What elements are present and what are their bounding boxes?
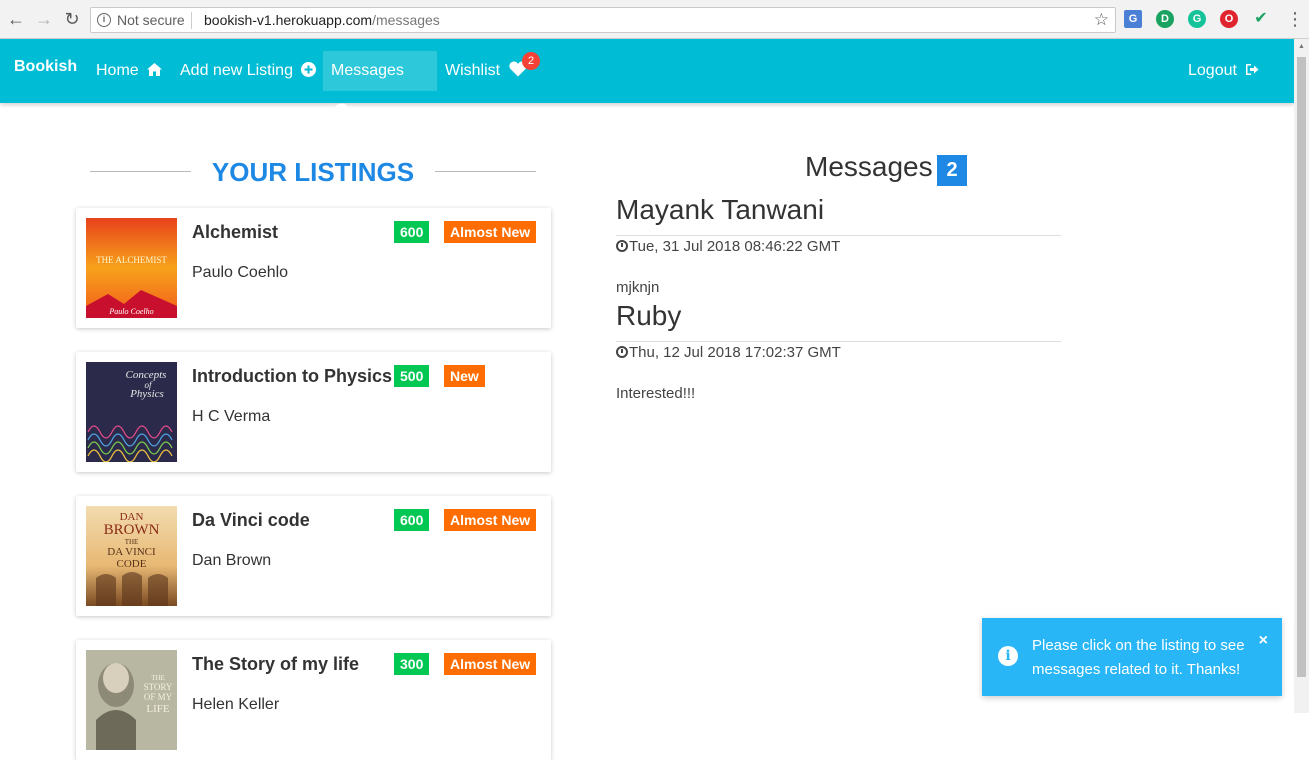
wishlist-count-badge: 2 <box>522 52 540 70</box>
info-toast[interactable]: i Please click on the listing to see mes… <box>982 618 1282 696</box>
address-bar[interactable]: i Not secure bookish-v1.herokuapp.com/me… <box>90 7 1116 33</box>
extension-d-icon[interactable]: D <box>1156 10 1174 28</box>
nav-logout[interactable]: Logout <box>1180 51 1267 91</box>
listing-card[interactable]: DAN BROWN THE DA VINCI CODE Da Vinci cod… <box>76 496 551 616</box>
price-badge: 600 <box>394 509 430 531</box>
svg-text:CODE: CODE <box>117 558 147 570</box>
svg-text:BROWN: BROWN <box>104 522 160 538</box>
nav-home[interactable]: Home <box>88 51 170 91</box>
book-cover-davinci: DAN BROWN THE DA VINCI CODE <box>86 506 177 606</box>
book-cover-story: THE STORY OF MY LIFE <box>86 650 177 750</box>
browser-menu-icon[interactable]: ⋮ <box>1286 9 1304 29</box>
messages-count-badge: 2 <box>937 155 967 186</box>
reload-icon[interactable]: ↻ <box>62 9 82 29</box>
listing-title: Da Vinci code <box>192 510 310 530</box>
messages-heading: Messages <box>805 151 933 182</box>
nav-messages[interactable]: Messages <box>323 51 437 115</box>
book-cover-physics: Concepts of Physics <box>86 362 177 462</box>
condition-badge: Almost New <box>444 653 537 675</box>
message-sender: Mayank Tanwani <box>616 194 825 225</box>
condition-badge: Almost New <box>444 221 537 243</box>
nav-add-listing-label: Add new Listing <box>180 62 293 79</box>
toast-message: Please click on the listing to see messa… <box>1032 637 1245 678</box>
message-body: mjknjn <box>616 279 660 296</box>
condition-badge: New <box>444 365 485 387</box>
home-icon <box>147 63 163 76</box>
svg-text:Physics: Physics <box>129 388 164 400</box>
listing-card[interactable]: THE STORY OF MY LIFE The Story of my lif… <box>76 640 551 760</box>
book-cover-alchemist: THE ALCHEMIST Paulo Coelho <box>86 218 177 318</box>
security-label: Not secure <box>117 12 185 28</box>
translate-extension-icon[interactable]: G <box>1124 10 1142 28</box>
svg-text:THE: THE <box>151 674 165 682</box>
divider <box>191 12 192 29</box>
nav-home-label: Home <box>96 62 139 79</box>
nav-add-listing[interactable]: Add new Listing <box>172 51 324 91</box>
price-badge: 500 <box>394 365 430 387</box>
message-timestamp: Thu, 12 Jul 2018 17:02:37 GMT <box>616 344 841 361</box>
scrollbar-thumb[interactable] <box>1297 57 1306 677</box>
nav-wishlist[interactable]: Wishlist <box>437 51 535 91</box>
condition-badge: Almost New <box>444 509 537 531</box>
info-icon[interactable]: i <box>97 13 111 27</box>
heading-line-right <box>435 171 536 172</box>
svg-text:OF MY: OF MY <box>144 692 173 702</box>
opera-extension-icon[interactable]: O <box>1220 10 1238 28</box>
clock-icon <box>616 346 628 358</box>
navbar: Bookish Home Add new Listing Messages Wi… <box>0 39 1294 115</box>
listing-title: Introduction to Physics <box>192 366 393 386</box>
info-icon: i <box>998 646 1018 666</box>
price-badge: 600 <box>394 221 430 243</box>
message-divider <box>616 341 1061 342</box>
message-sender: Ruby <box>616 300 682 331</box>
listing-card[interactable]: Concepts of Physics Introduction to Phys… <box>76 352 551 472</box>
svg-text:DA VINCI: DA VINCI <box>107 546 156 558</box>
sign-out-icon <box>1246 64 1259 75</box>
clock-icon <box>616 240 628 252</box>
plus-circle-icon <box>301 62 317 77</box>
brand-logo[interactable]: Bookish <box>14 58 77 76</box>
listing-title: The Story of my life <box>192 654 360 674</box>
back-arrow-icon[interactable]: ← <box>6 9 26 29</box>
bookmark-star-icon[interactable]: ☆ <box>1094 10 1109 30</box>
scroll-up-arrow-icon[interactable]: ▲ <box>1298 43 1305 50</box>
message-body: Interested!!! <box>616 385 696 402</box>
listing-author: Helen Keller <box>192 696 280 713</box>
browser-toolbar: ← → ↻ i Not secure bookish-v1.herokuapp.… <box>0 0 1309 39</box>
checkmark-extension-icon[interactable]: ✔ <box>1252 10 1270 28</box>
forward-arrow-icon[interactable]: → <box>34 9 54 29</box>
listings-heading: YOUR LISTINGS <box>90 156 536 188</box>
svg-text:STORY: STORY <box>144 682 173 692</box>
nav-wishlist-label: Wishlist <box>445 62 501 79</box>
svg-text:THE: THE <box>125 538 139 546</box>
svg-text:THE ALCHEMIST: THE ALCHEMIST <box>96 255 167 265</box>
url-text[interactable]: bookish-v1.herokuapp.com/messages <box>204 12 440 28</box>
listing-author: Paulo Coehlo <box>192 264 289 281</box>
listing-card[interactable]: THE ALCHEMIST Paulo Coelho Alchemist 600… <box>76 208 551 328</box>
price-badge: 300 <box>394 653 430 675</box>
listing-title: Alchemist <box>192 222 279 242</box>
grammarly-extension-icon[interactable]: G <box>1188 10 1206 28</box>
nav-logout-label: Logout <box>1188 62 1237 79</box>
nav-messages-label: Messages <box>331 62 404 79</box>
page-scrollbar[interactable]: ▲ <box>1294 39 1309 713</box>
svg-text:LIFE: LIFE <box>146 703 170 715</box>
listings-heading-text: YOUR LISTINGS <box>211 157 415 187</box>
svg-text:Paulo Coelho: Paulo Coelho <box>108 307 153 316</box>
close-icon[interactable]: × <box>1259 632 1268 650</box>
listing-author: Dan Brown <box>192 552 272 569</box>
comments-icon <box>335 103 352 115</box>
message-divider <box>616 235 1061 236</box>
message-timestamp: Tue, 31 Jul 2018 08:46:22 GMT <box>616 238 840 255</box>
listing-author: H C Verma <box>192 408 271 425</box>
